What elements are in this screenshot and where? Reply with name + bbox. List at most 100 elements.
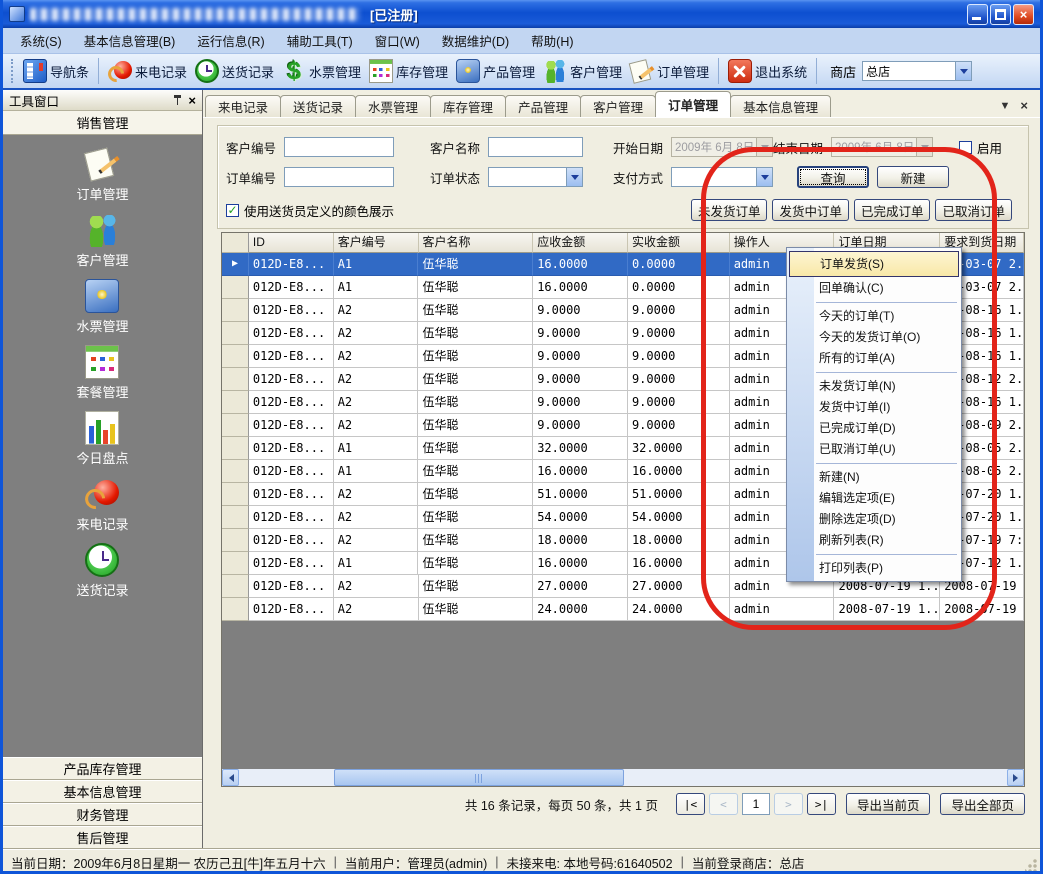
context-menu-item-18[interactable]: 打印列表(P)	[787, 558, 961, 579]
row-indicator[interactable]	[222, 483, 249, 506]
toolbar-button-1[interactable]: 导航条	[19, 57, 93, 85]
enable-date-checkbox[interactable]	[959, 141, 972, 154]
toolbar-button-4[interactable]: $水票管理	[278, 57, 365, 85]
status-filter-button-3[interactable]: 已完成订单	[854, 199, 931, 221]
menu-item-2[interactable]: 基本信息管理(B)	[73, 28, 187, 53]
last-page-button[interactable]: >|	[807, 793, 836, 815]
column-header-id[interactable]: ID	[249, 233, 334, 253]
sidebar-item-7[interactable]: 送货记录	[76, 543, 128, 599]
row-indicator[interactable]	[222, 276, 249, 299]
menu-item-1[interactable]: 系统(S)	[9, 28, 73, 53]
column-header-receivable[interactable]: 应收金额	[533, 233, 628, 253]
sidebar-close-icon[interactable]: ×	[188, 94, 196, 107]
row-indicator[interactable]	[222, 368, 249, 391]
menu-item-7[interactable]: 帮助(H)	[520, 28, 584, 53]
column-header-customer-no[interactable]: 客户编号	[334, 233, 419, 253]
row-indicator[interactable]: ▶	[222, 253, 249, 276]
maximize-button[interactable]	[990, 4, 1011, 25]
export-all-pages-button[interactable]: 导出全部页	[940, 793, 1025, 815]
context-menu-item-2[interactable]: 回单确认(C)	[787, 278, 961, 299]
tab-2[interactable]: 送货记录	[280, 95, 356, 117]
context-menu-item-13[interactable]: 新建(N)	[787, 467, 961, 488]
status-filter-button-1[interactable]: 未发货订单	[691, 199, 768, 221]
row-indicator[interactable]	[222, 391, 249, 414]
table-row[interactable]: 012D-E8...A2伍华聪24.000024.0000admin2008-0…	[222, 598, 1024, 621]
context-menu-item-11[interactable]: 已取消订单(U)	[787, 439, 961, 460]
scroll-left-arrow[interactable]	[222, 769, 239, 786]
customer-no-input[interactable]	[284, 137, 394, 157]
scroll-right-arrow[interactable]	[1007, 769, 1024, 786]
context-menu-item-6[interactable]: 所有的订单(A)	[787, 348, 961, 369]
minimize-button[interactable]	[967, 4, 988, 25]
status-filter-button-2[interactable]: 发货中订单	[772, 199, 849, 221]
context-menu-item-5[interactable]: 今天的发货订单(O)	[787, 327, 961, 348]
chevron-down-icon[interactable]	[756, 168, 772, 186]
customer-name-input[interactable]	[488, 137, 583, 157]
context-menu-item-4[interactable]: 今天的订单(T)	[787, 306, 961, 327]
toolbar-button-3[interactable]: 送货记录	[191, 57, 278, 85]
menu-item-3[interactable]: 运行信息(R)	[186, 28, 275, 53]
column-header-customer-name[interactable]: 客户名称	[419, 233, 534, 253]
sidebar-item-3[interactable]: 水票管理	[76, 279, 128, 335]
context-menu-item-15[interactable]: 删除选定项(D)	[787, 509, 961, 530]
context-menu-item-1[interactable]: 订单发货(S)	[789, 251, 959, 277]
export-current-page-button[interactable]: 导出当前页	[846, 793, 931, 815]
scrollbar-track[interactable]	[239, 769, 1007, 786]
order-status-select[interactable]	[488, 167, 583, 187]
resize-grip-icon[interactable]	[1025, 859, 1037, 871]
toolbar-button-5[interactable]: 库存管理	[365, 57, 452, 85]
status-filter-button-4[interactable]: 已取消订单	[935, 199, 1012, 221]
toolbar-grip[interactable]	[11, 59, 15, 83]
horizontal-scrollbar[interactable]	[222, 769, 1024, 786]
context-menu-item-8[interactable]: 未发货订单(N)	[787, 376, 961, 397]
tab-8[interactable]: 基本信息管理	[730, 95, 831, 117]
tab-7[interactable]: 订单管理	[655, 91, 731, 117]
tab-6[interactable]: 客户管理	[580, 95, 656, 117]
sidebar-item-1[interactable]: 订单管理	[76, 147, 128, 203]
scrollbar-thumb[interactable]	[334, 769, 624, 786]
row-indicator[interactable]	[222, 437, 249, 460]
toolbar-button-6[interactable]: 产品管理	[452, 57, 539, 85]
sidebar-section-sales[interactable]: 销售管理	[3, 111, 202, 135]
pay-method-select[interactable]	[671, 167, 773, 187]
menu-item-6[interactable]: 数据维护(D)	[431, 28, 520, 53]
chevron-down-icon[interactable]	[566, 168, 582, 186]
row-indicator[interactable]	[222, 529, 249, 552]
tab-3[interactable]: 水票管理	[355, 95, 431, 117]
row-indicator[interactable]	[222, 345, 249, 368]
tab-1[interactable]: 来电记录	[205, 95, 281, 117]
delivery-color-checkbox[interactable]: ✓	[226, 204, 239, 217]
row-indicator[interactable]	[222, 414, 249, 437]
row-indicator[interactable]	[222, 552, 249, 575]
row-indicator[interactable]	[222, 598, 249, 621]
row-indicator[interactable]	[222, 575, 249, 598]
tab-close-icon[interactable]: ×	[1020, 98, 1028, 113]
context-menu-item-14[interactable]: 编辑选定项(E)	[787, 488, 961, 509]
shop-select[interactable]: 总店	[862, 61, 972, 81]
toolbar-button-7[interactable]: 客户管理	[539, 57, 626, 85]
first-page-button[interactable]: |<	[676, 793, 705, 815]
column-header-received[interactable]: 实收金额	[628, 233, 730, 253]
query-button[interactable]: 查询	[797, 166, 869, 188]
tab-5[interactable]: 产品管理	[505, 95, 581, 117]
page-number-input[interactable]	[742, 793, 770, 815]
row-indicator[interactable]	[222, 299, 249, 322]
tab-list-dropdown-icon[interactable]: ▼	[1000, 100, 1011, 112]
sidebar-section-4[interactable]: 售后管理	[3, 826, 202, 849]
sidebar-section-1[interactable]: 产品库存管理	[3, 757, 202, 780]
order-no-input[interactable]	[284, 167, 394, 187]
tab-4[interactable]: 库存管理	[430, 95, 506, 117]
row-indicator[interactable]	[222, 460, 249, 483]
sidebar-section-2[interactable]: 基本信息管理	[3, 780, 202, 803]
chevron-down-icon[interactable]	[955, 62, 971, 80]
toolbar-button-2[interactable]: 来电记录	[104, 57, 191, 85]
toolbar-button-8[interactable]: 订单管理	[626, 57, 713, 85]
pin-icon[interactable]	[173, 95, 182, 106]
close-button[interactable]: ×	[1013, 4, 1034, 25]
context-menu-item-16[interactable]: 刷新列表(R)	[787, 530, 961, 551]
new-button[interactable]: 新建	[877, 166, 949, 188]
sidebar-item-6[interactable]: 来电记录	[76, 477, 128, 533]
toolbar-button-9[interactable]: 退出系统	[724, 57, 811, 85]
sidebar-item-5[interactable]: 今日盘点	[76, 411, 128, 467]
sidebar-item-2[interactable]: 客户管理	[76, 213, 128, 269]
